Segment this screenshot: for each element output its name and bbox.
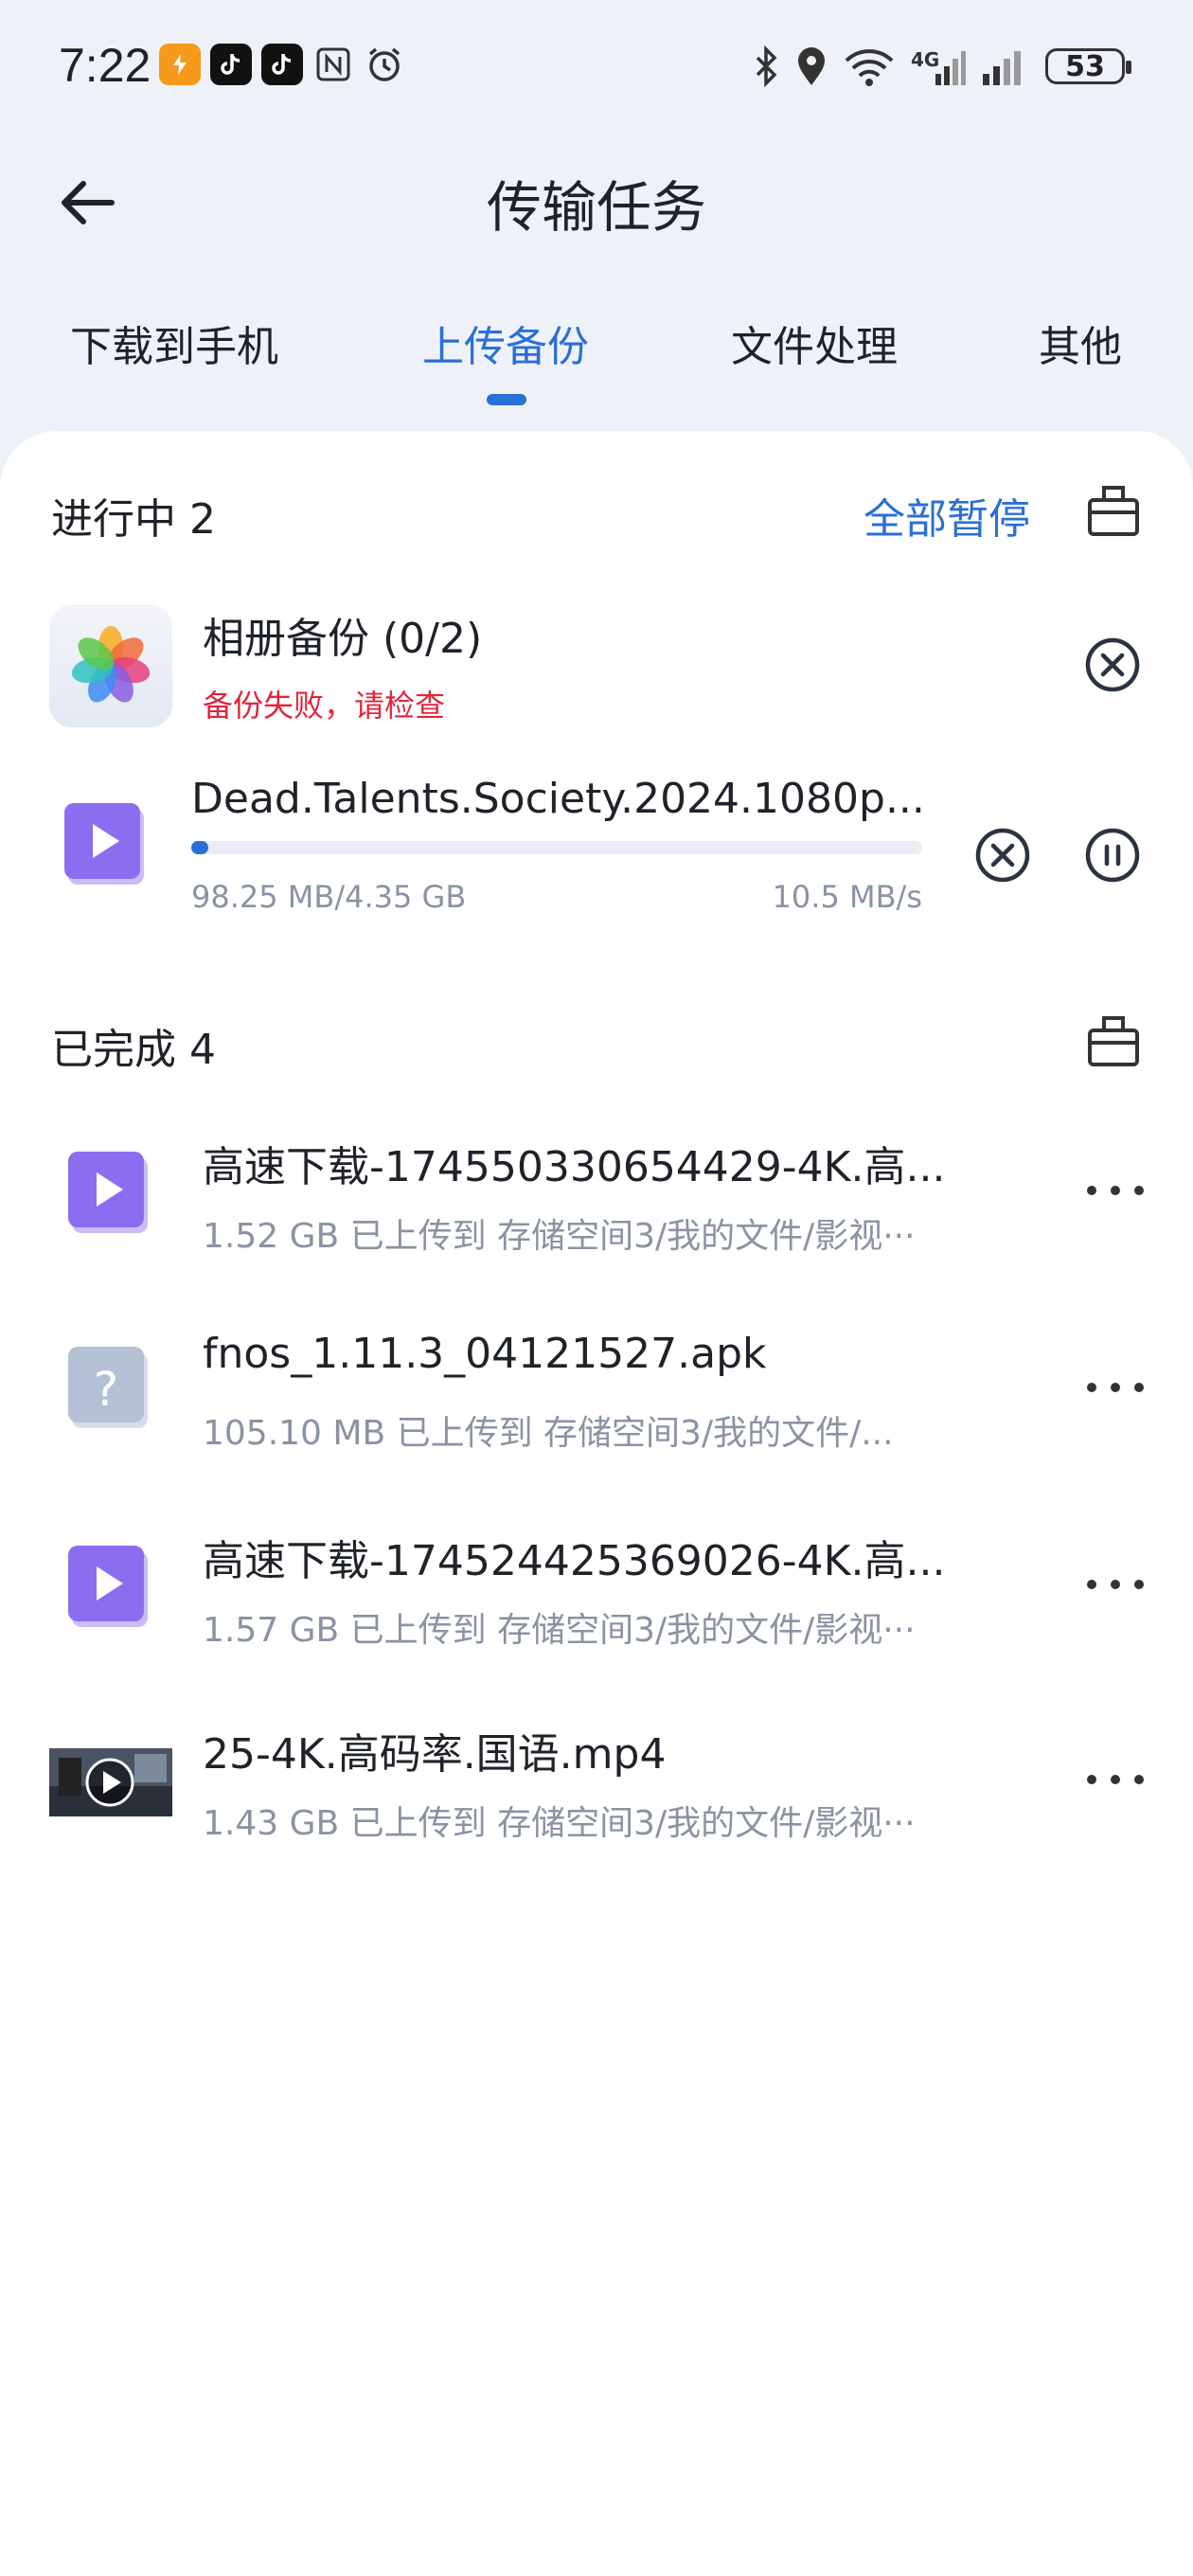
more-options-button[interactable]	[1087, 1775, 1144, 1790]
bluetooth-icon	[756, 45, 777, 87]
more-options-button[interactable]	[1087, 1580, 1144, 1595]
completed-file-meta: 1.57 GB 已上传到 存储空间3/我的文件/影视···	[203, 1611, 916, 1650]
completed-title: 已完成 4	[51, 1026, 216, 1074]
video-thumbnail-icon	[49, 1748, 172, 1816]
cancel-album-button[interactable]	[1083, 635, 1142, 694]
cancel-upload-button[interactable]	[973, 826, 1032, 885]
unknown-file-icon: ?	[64, 1343, 155, 1434]
upload-size: 98.25 MB/4.35 GB	[191, 879, 467, 915]
completed-file-meta: 1.43 GB 已上传到 存储空间3/我的文件/影视···	[203, 1804, 916, 1843]
tab-other[interactable]: 其他	[1039, 313, 1122, 373]
nfc-icon	[312, 44, 354, 85]
completed-file-name: 高速下载-174550330654429-4K.高...	[203, 1143, 946, 1191]
tab-upload-backup[interactable]: 上传备份	[422, 313, 589, 373]
completed-file-meta: 105.10 MB 已上传到 存储空间3/我的文件/...	[203, 1414, 894, 1453]
battery-icon: 53	[1045, 48, 1131, 84]
completed-file-name: 25-4K.高码率.国语.mp4	[203, 1730, 667, 1779]
clean-icon	[1088, 486, 1139, 536]
pause-circle-icon	[1085, 828, 1140, 883]
signal-icon	[983, 51, 1021, 85]
clean-icon	[1088, 1016, 1139, 1066]
clean-completed-button[interactable]	[1085, 1013, 1142, 1070]
pause-all-button[interactable]: 全部暂停	[864, 485, 1030, 546]
more-options-button[interactable]	[1087, 1383, 1144, 1398]
album-backup-icon	[49, 604, 172, 727]
page-title: 传输任务	[486, 175, 706, 240]
video-file-icon	[64, 1148, 155, 1239]
completed-file-name: 高速下载-174524425369026-4K.高...	[203, 1537, 946, 1585]
uploading-file-name: Dead.Talents.Society.2024.1080p...	[191, 775, 925, 823]
upload-speed: 10.5 MB/s	[772, 879, 922, 915]
upload-progress-bar	[191, 841, 922, 854]
signal-4g-icon: 4G	[911, 48, 966, 85]
wifi-6-icon	[845, 49, 894, 86]
bolt-app-icon	[159, 44, 201, 85]
location-icon	[798, 47, 825, 85]
pause-upload-button[interactable]	[1083, 826, 1142, 885]
close-circle-icon	[975, 828, 1030, 883]
more-options-button[interactable]	[1087, 1186, 1144, 1201]
system-icons: 4G 53	[752, 45, 1131, 87]
album-backup-error: 备份失败，请检查	[203, 688, 446, 724]
active-tab-indicator	[487, 394, 526, 405]
video-file-icon	[64, 1542, 155, 1633]
tab-download-to-phone[interactable]: 下载到手机	[70, 313, 278, 373]
svg-text:?: ?	[94, 1362, 119, 1417]
upload-progress-fill	[191, 841, 208, 854]
video-file-icon	[61, 799, 151, 890]
alarm-icon	[364, 44, 405, 85]
close-circle-icon	[1085, 637, 1140, 692]
status-bar: 7:22 4G 53	[0, 28, 1193, 108]
tab-file-processing[interactable]: 文件处理	[731, 313, 898, 373]
tiktok-icon	[210, 44, 252, 85]
notification-icons	[159, 44, 405, 85]
in-progress-title: 进行中 2	[51, 495, 216, 544]
completed-file-meta: 1.52 GB 已上传到 存储空间3/我的文件/影视···	[203, 1217, 916, 1256]
task-list-card	[0, 431, 1193, 2576]
status-time: 7:22	[59, 39, 151, 92]
clean-button[interactable]	[1085, 483, 1142, 540]
svg-text:4G: 4G	[911, 48, 939, 71]
completed-file-name: fnos_1.11.3_04121527.apk	[203, 1330, 767, 1378]
tiktok-icon	[261, 44, 303, 85]
album-backup-title: 相册备份 (0/2)	[203, 615, 483, 663]
